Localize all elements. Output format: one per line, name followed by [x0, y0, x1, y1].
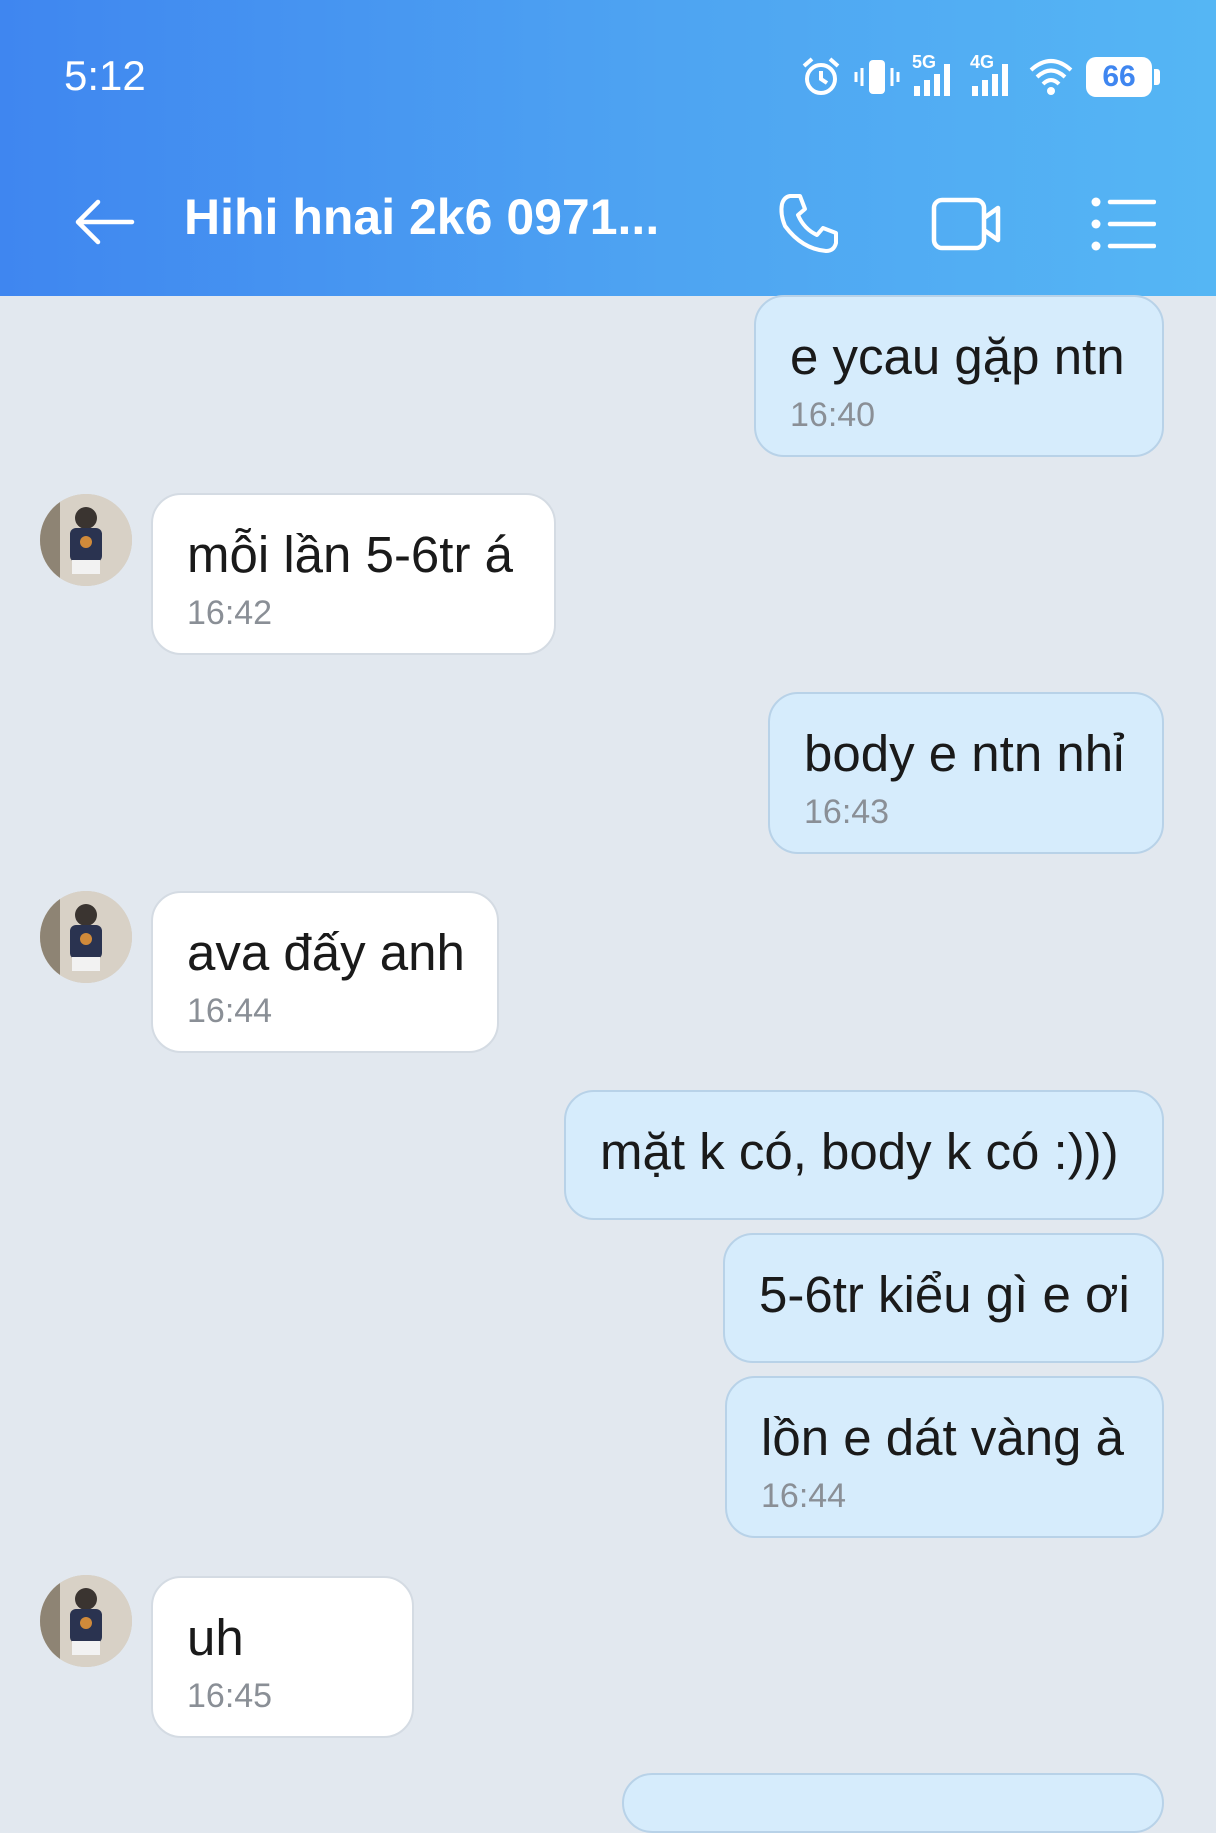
contact-avatar[interactable]	[40, 1575, 132, 1667]
message-text: lồn e dát vàng à	[761, 1409, 1124, 1466]
incoming-message-bubble[interactable]: mỗi lần 5-6tr á 16:42	[151, 493, 556, 655]
phone-icon[interactable]	[776, 190, 842, 256]
video-camera-icon[interactable]	[930, 194, 1002, 254]
message-text: mỗi lần 5-6tr á	[187, 526, 513, 583]
contact-avatar[interactable]	[40, 494, 132, 586]
message-time: 16:45	[187, 1677, 273, 1715]
message-time: 16:44	[187, 992, 273, 1030]
message-text: body e ntn nhỉ	[804, 725, 1125, 782]
incoming-message-bubble[interactable]: ava đấy anh 16:44	[151, 891, 499, 1053]
status-icons: 5G 4G 66	[800, 52, 1160, 102]
alarm-icon	[802, 57, 840, 95]
battery-indicator: 66	[1086, 57, 1160, 97]
contact-avatar[interactable]	[40, 891, 132, 983]
message-text: e ycau gặp ntn	[790, 328, 1125, 385]
message-time: 16:42	[187, 594, 273, 632]
battery-level: 66	[1102, 60, 1136, 93]
status-time: 5:12	[64, 52, 146, 99]
outgoing-message-bubble-partial[interactable]	[622, 1773, 1164, 1833]
outgoing-message-bubble[interactable]: body e ntn nhỉ 16:43	[768, 692, 1164, 854]
outgoing-message-bubble[interactable]: 5-6tr kiểu gì e ơi	[723, 1233, 1164, 1363]
signal-5g: 5G	[912, 52, 958, 98]
message-time: 16:44	[761, 1477, 847, 1515]
message-text: uh	[187, 1609, 244, 1666]
signal-4g: 4G	[970, 52, 1016, 98]
signal-bars-icon	[914, 64, 950, 96]
chat-header: 5:12 5G 4G 66 Hihi hnai 2k6 0971...	[0, 0, 1216, 296]
message-text: mặt k có, body k có :)))	[600, 1123, 1119, 1180]
message-text: ava đấy anh	[187, 924, 465, 981]
list-menu-icon[interactable]	[1090, 194, 1156, 254]
message-time: 16:43	[804, 793, 890, 831]
wifi-icon	[1029, 59, 1073, 95]
avatar-photo	[40, 891, 132, 983]
avatar-photo	[40, 494, 132, 586]
outgoing-message-bubble[interactable]: lồn e dát vàng à 16:44	[725, 1376, 1164, 1538]
message-text: 5-6tr kiểu gì e ơi	[759, 1266, 1130, 1323]
message-time: 16:40	[790, 396, 876, 434]
avatar-photo	[40, 1575, 132, 1667]
back-arrow-icon[interactable]	[72, 190, 136, 254]
outgoing-message-bubble[interactable]: e ycau gặp ntn 16:40	[754, 295, 1164, 457]
chat-title[interactable]: Hihi hnai 2k6 0971...	[184, 188, 659, 246]
vibrate-icon	[854, 60, 900, 94]
chat-toolbar: Hihi hnai 2k6 0971...	[0, 180, 1216, 260]
incoming-message-bubble[interactable]: uh 16:45	[151, 1576, 414, 1738]
outgoing-message-bubble[interactable]: mặt k có, body k có :)))	[564, 1090, 1164, 1220]
signal-bars-icon	[972, 64, 1008, 96]
